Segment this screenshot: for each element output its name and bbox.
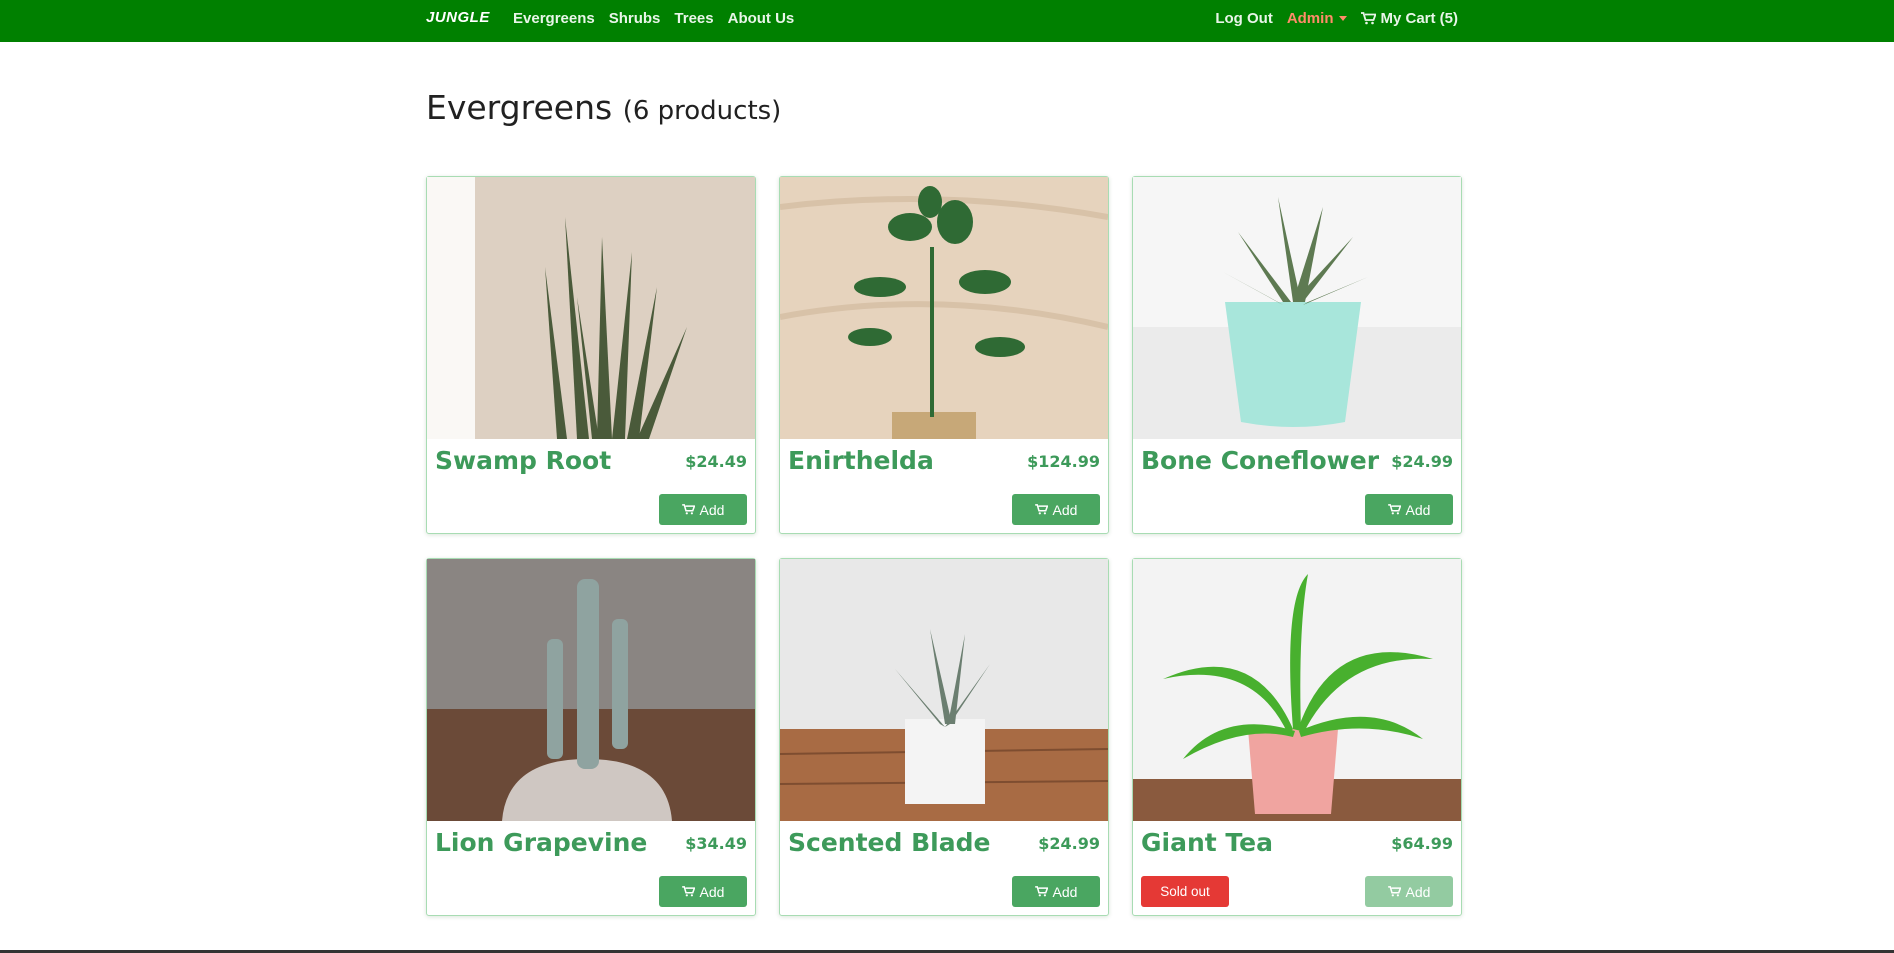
product-name[interactable]: Enirthelda: [788, 446, 934, 475]
navbar: JUNGLE Evergreens Shrubs Trees About Us …: [0, 0, 1894, 42]
add-to-cart-button[interactable]: Add: [1365, 494, 1453, 525]
product-image[interactable]: [1133, 559, 1461, 821]
nav-link-shrubs[interactable]: Shrubs: [609, 10, 661, 27]
product-image[interactable]: [780, 177, 1108, 439]
cart-icon: [1034, 886, 1048, 897]
product-price: $24.49: [685, 452, 747, 471]
nav-links: Evergreens Shrubs Trees About Us: [513, 10, 794, 27]
product-name[interactable]: Scented Blade: [788, 828, 990, 857]
cart-icon: [681, 504, 695, 515]
add-to-cart-button[interactable]: Add: [1012, 876, 1100, 907]
cart-icon: [1387, 504, 1401, 515]
logout-link[interactable]: Log Out: [1215, 10, 1272, 27]
product-card: Bone Coneflower $24.99 Add: [1132, 176, 1462, 534]
navbar-inner: JUNGLE Evergreens Shrubs Trees About Us …: [426, 0, 1458, 42]
caret-down-icon: [1339, 16, 1348, 21]
add-label: Add: [1052, 501, 1078, 518]
add-label: Add: [1405, 501, 1431, 518]
cart-icon: [1034, 504, 1048, 515]
product-price: $24.99: [1391, 452, 1453, 471]
product-card: Enirthelda $124.99 Add: [779, 176, 1109, 534]
category-title: Evergreens: [426, 88, 613, 127]
product-card: Giant Tea $64.99 Sold out Add: [1132, 558, 1462, 916]
nav-link-about-us[interactable]: About Us: [728, 10, 795, 27]
product-card: Swamp Root $24.49 Add: [426, 176, 756, 534]
product-name[interactable]: Bone Coneflower: [1141, 446, 1379, 475]
add-to-cart-button[interactable]: Add: [1012, 494, 1100, 525]
brand-logo[interactable]: JUNGLE: [426, 9, 490, 26]
add-to-cart-button[interactable]: Add: [659, 494, 747, 525]
cart-link[interactable]: My Cart (5): [1361, 10, 1458, 27]
product-image[interactable]: [427, 559, 755, 821]
cart-label: My Cart (5): [1380, 10, 1458, 27]
product-price: $124.99: [1027, 452, 1100, 471]
add-to-cart-button[interactable]: Add: [1365, 876, 1453, 907]
add-to-cart-button[interactable]: Add: [659, 876, 747, 907]
admin-dropdown[interactable]: Admin: [1287, 10, 1348, 27]
product-name[interactable]: Lion Grapevine: [435, 828, 647, 857]
product-price: $34.49: [685, 834, 747, 853]
add-label: Add: [699, 501, 725, 518]
product-name[interactable]: Swamp Root: [435, 446, 611, 475]
cart-icon: [681, 886, 695, 897]
sold-out-badge: Sold out: [1141, 876, 1229, 907]
product-image[interactable]: [780, 559, 1108, 821]
product-card: Scented Blade $24.99 Add: [779, 558, 1109, 916]
add-label: Add: [1052, 883, 1078, 900]
cart-icon: [1361, 12, 1377, 25]
cart-icon: [1387, 886, 1401, 897]
product-card: Lion Grapevine $34.49 Add: [426, 558, 756, 916]
admin-label: Admin: [1286, 10, 1334, 27]
product-name[interactable]: Giant Tea: [1141, 828, 1273, 857]
add-label: Add: [699, 883, 725, 900]
nav-right: Log Out Admin My Cart (5): [1215, 10, 1458, 27]
product-price: $64.99: [1391, 834, 1453, 853]
page-title: Evergreens (6 products): [426, 88, 781, 127]
add-label: Add: [1405, 883, 1431, 900]
product-count: (6 products): [622, 96, 782, 126]
product-image[interactable]: [427, 177, 755, 439]
product-grid: Swamp Root $24.49 Add Enirthelda $124.99…: [426, 176, 1463, 916]
nav-link-evergreens[interactable]: Evergreens: [513, 10, 595, 27]
product-price: $24.99: [1038, 834, 1100, 853]
product-image[interactable]: [1133, 177, 1461, 439]
nav-link-trees[interactable]: Trees: [674, 10, 713, 27]
